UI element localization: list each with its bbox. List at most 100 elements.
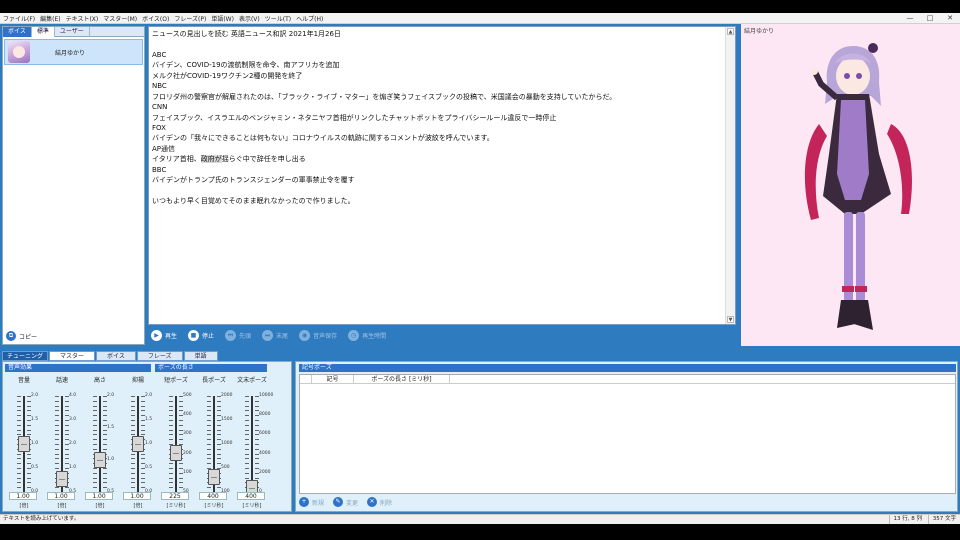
playback-button[interactable]: ⏭ 末尾 (262, 330, 288, 341)
slider-tick (93, 424, 97, 426)
copy-button[interactable]: ⧉ コピー (6, 331, 37, 341)
avatar (8, 41, 30, 63)
playback-button[interactable]: ■ 停止 (188, 330, 214, 341)
slider-track[interactable] (99, 396, 101, 492)
slider-thumb[interactable] (208, 468, 220, 485)
slider-tick-label: 300 (183, 431, 192, 437)
slider-thumb[interactable] (18, 436, 30, 452)
slider-label: 話速 (55, 377, 68, 384)
scroll-down-icon[interactable]: ▼ (727, 316, 734, 323)
slider-tick (255, 477, 259, 479)
menu-item[interactable]: 単語(W) (211, 14, 234, 23)
slider-tick (103, 405, 107, 407)
tab-user[interactable]: ユーザー (55, 27, 90, 37)
slider-tick (245, 439, 249, 441)
slider-track[interactable] (251, 396, 253, 492)
slider-thumb[interactable] (56, 470, 68, 487)
slider-value-input[interactable]: 400 (237, 492, 265, 500)
symbol-pause-table[interactable]: 記号 ポーズの長さ [ミリ秒] (299, 374, 956, 494)
menu-item[interactable]: 編集(E) (40, 14, 60, 23)
menu-item[interactable]: 表示(V) (239, 14, 260, 23)
text-line: CNN (152, 103, 168, 112)
menu-item[interactable]: ボイス(O) (142, 14, 169, 23)
voice-list-item[interactable]: 結月ゆかり (4, 39, 143, 65)
slider-tick-label: 0.5 (31, 465, 39, 470)
close-icon[interactable]: ✕ (940, 13, 960, 24)
slider-label: 音量 (17, 377, 30, 384)
playback-button[interactable]: ◷ 再生時間 (348, 330, 386, 341)
tab-word[interactable]: 単語 (183, 351, 218, 361)
highlighted-phrase: 政府が (200, 155, 222, 164)
slider-tick (93, 396, 97, 397)
slider-tick (255, 444, 259, 445)
slider-tick (169, 482, 173, 484)
slider-tick-label: 4000 (259, 450, 271, 456)
letterbox-bottom (0, 524, 960, 540)
slider-tick (93, 434, 97, 436)
menu-item[interactable]: ファイル(F) (3, 14, 35, 23)
text-line: BBC (152, 165, 167, 174)
text-editor[interactable]: ニュースの見出しを読む 英語ニュース和訳 2021年1月26日 ABC バイデン、C… (148, 26, 736, 325)
slider-tick-label: 2.0 (69, 441, 77, 446)
edit-button[interactable]: ✎ 変更 (333, 497, 358, 507)
slider-tick (217, 400, 221, 402)
slider-tick (179, 400, 183, 402)
slider-tick-label: 6000 (259, 431, 271, 437)
tab-phrase[interactable]: フレーズ (136, 351, 183, 361)
menu-item[interactable]: ツール(T) (265, 14, 291, 23)
slider-tick (169, 410, 173, 412)
slider-tick (169, 468, 173, 469)
playback-button[interactable]: ◉ 音声保存 (299, 330, 337, 341)
playback-button[interactable]: ▶ 再生 (151, 330, 177, 341)
tab-standard[interactable]: 標準 (31, 27, 55, 37)
slider-unit: [倍] (133, 503, 143, 509)
text-line: フェイスブック、イスラエルのベンジャミン・ネタニヤフ首相がリンクしたチャットボッ… (152, 113, 557, 122)
new-button[interactable]: + 新規 (299, 497, 324, 507)
slider-tick (245, 472, 249, 474)
slider-tick (255, 458, 259, 460)
column-header-symbol[interactable]: 記号 (312, 375, 354, 383)
menu-item[interactable]: フレーズ(P) (174, 14, 206, 23)
playback-label: 音声保存 (313, 333, 338, 340)
slider-tick (17, 424, 21, 426)
maximize-icon[interactable]: □ (920, 13, 940, 24)
menu-item[interactable]: テキスト(X) (66, 14, 99, 23)
slider-tick (131, 482, 135, 484)
slider-value-input[interactable]: 400 (199, 492, 227, 500)
slider-tick-label: 500 (183, 393, 192, 398)
row-header-cell (300, 375, 312, 383)
text-line: いつもより早く目覚めてそのまま眠れなかったので作りました。 (152, 197, 355, 205)
status-bar: テキストを読み上げています。 13 行, 8 列 357 文字 (0, 514, 960, 524)
slider-value-input[interactable]: 1.00 (85, 492, 113, 500)
playback-label: 再生 (165, 333, 178, 340)
slider-tick (179, 405, 183, 407)
slider-tick (17, 400, 21, 402)
menu-item[interactable]: ヘルプ(H) (296, 14, 323, 23)
menu-item[interactable]: マスター(M) (103, 14, 137, 23)
slider-tick (55, 434, 59, 436)
playback-button[interactable]: ⏮ 先頭 (225, 330, 251, 341)
slider-tick (245, 420, 249, 421)
slider-thumb[interactable] (94, 452, 106, 469)
slider-tick (103, 444, 107, 445)
symbol-pause-panel: 記号ポーズ 記号 ポーズの長さ [ミリ秒] + 新規 ✎ 変更 ✕ 削除 (295, 361, 958, 512)
slider-tick (131, 396, 135, 397)
delete-button[interactable]: ✕ 削除 (367, 497, 392, 507)
scroll-up-icon[interactable]: ▲ (727, 28, 734, 35)
tab-voice[interactable]: ボイス (96, 351, 136, 361)
slider-tick (65, 448, 69, 450)
slider-thumb[interactable] (170, 444, 182, 461)
tab-master[interactable]: マスター (49, 351, 96, 361)
slider-thumb[interactable] (132, 436, 144, 452)
column-header-pause[interactable]: ポーズの長さ [ミリ秒] (354, 375, 450, 383)
slider-value-input[interactable]: 1.00 (9, 492, 37, 500)
slider-5: 長ポーズ200015001000500100400[ミリ秒] (195, 374, 233, 511)
tool-label: 削除 (380, 499, 393, 507)
slider-value-input[interactable]: 225 (161, 492, 189, 500)
editor-scrollbar[interactable]: ▲ ▼ (725, 27, 735, 324)
slider-value-input[interactable]: 1.00 (47, 492, 75, 500)
minimize-icon[interactable]: — (900, 13, 920, 24)
stop-icon: ■ (188, 330, 200, 341)
slider-value-input[interactable]: 1.00 (123, 492, 151, 500)
slider-tick (55, 424, 59, 426)
